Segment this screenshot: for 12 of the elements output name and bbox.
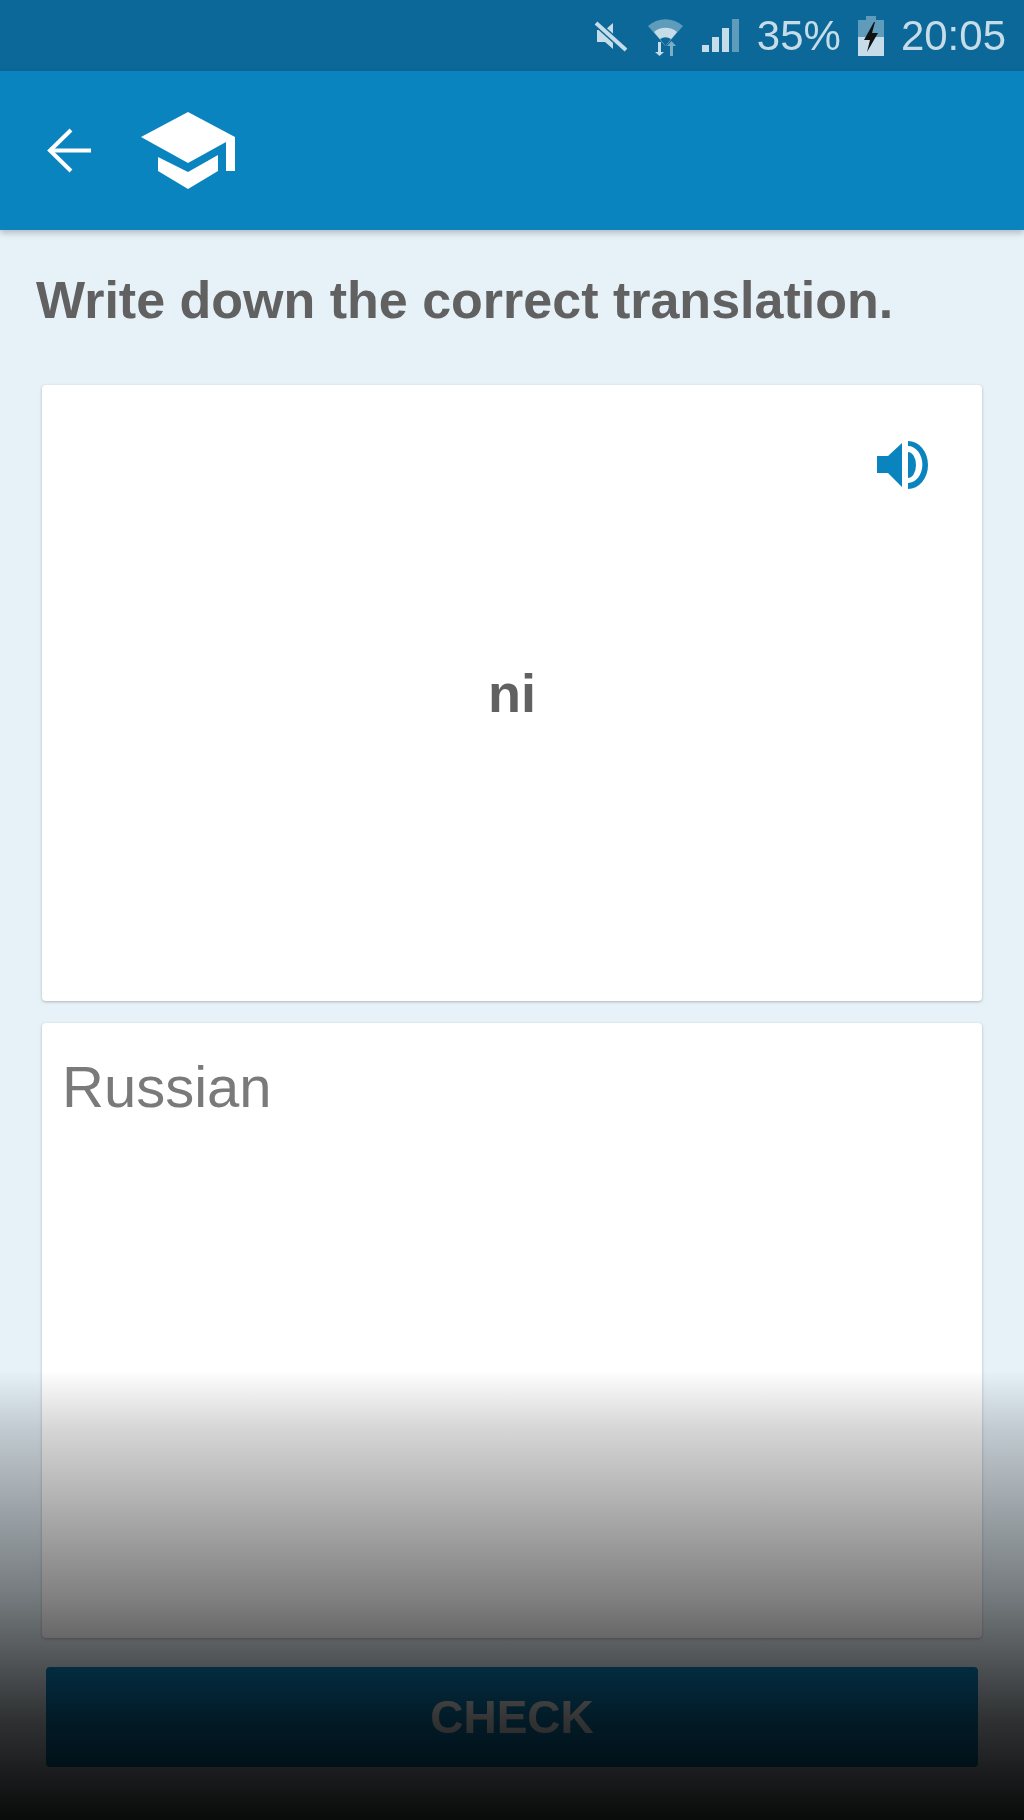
speaker-icon	[877, 440, 928, 489]
speaker-button[interactable]	[877, 440, 928, 489]
mute-icon	[592, 19, 629, 52]
prompt-word: ni	[488, 661, 536, 725]
graduation-cap-icon	[141, 112, 235, 189]
instruction-text: Write down the correct translation.	[36, 270, 895, 331]
answer-field[interactable]: Russian	[42, 1023, 982, 1638]
clock-text: 20:05	[900, 14, 1006, 57]
battery-charging-icon	[857, 15, 884, 56]
back-button[interactable]	[46, 128, 91, 173]
battery-percent-text: 35%	[756, 14, 841, 57]
signal-icon	[701, 19, 740, 52]
